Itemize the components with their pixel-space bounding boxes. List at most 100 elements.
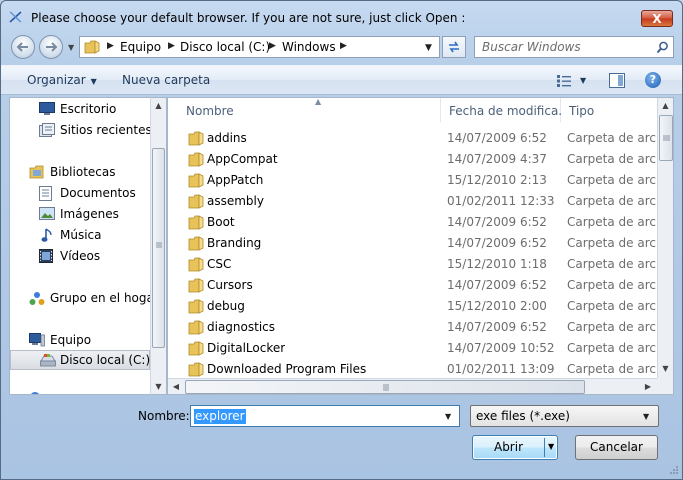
- back-button[interactable]: [11, 35, 35, 59]
- dialog-footer: Nombre: explorer ▼ exe files (*.exe) ▼ A…: [1, 395, 682, 479]
- table-row[interactable]: DigitalLocker 14/07/2009 10:52 Carpeta de …: [168, 338, 659, 359]
- file-list-vertical-scrollbar[interactable]: ▲ ▼: [657, 98, 673, 378]
- nav-item-local-disk[interactable]: Disco local (C:): [10, 350, 150, 370]
- scroll-down-icon[interactable]: ▼: [658, 361, 673, 377]
- file-name-input[interactable]: explorer ▼: [190, 405, 460, 427]
- column-header-date[interactable]: Fecha de modifica...: [441, 98, 570, 122]
- file-name-label: Nombre:: [138, 409, 190, 423]
- breadcrumb-windows[interactable]: Windows: [282, 40, 336, 54]
- navigation-pane[interactable]: Escritorio Sitios recientes Bibliotecas …: [9, 97, 151, 395]
- table-row[interactable]: debug 15/12/2010 2:00 Carpeta de archivos: [168, 296, 659, 317]
- file-name-history-chevron-down-icon[interactable]: ▼: [445, 412, 451, 421]
- file-name-cell: Cursors: [207, 278, 253, 292]
- forward-button[interactable]: [39, 35, 63, 59]
- table-row[interactable]: Branding 14/07/2009 6:52 Carpeta de archiv…: [168, 233, 659, 254]
- scroll-left-icon[interactable]: ◀: [168, 379, 184, 394]
- organize-label: Organizar: [27, 73, 86, 87]
- navigation-bar: ▼ ▶ Equipo ▶ Disco local (C:) ▶ Windows …: [1, 31, 682, 63]
- desktop-icon: [39, 102, 55, 115]
- open-button[interactable]: Abrir ▼: [472, 435, 558, 460]
- column-header-name[interactable]: Nombre ▲: [178, 98, 441, 122]
- breadcrumb-equipo[interactable]: Equipo: [120, 40, 161, 54]
- address-bar[interactable]: ▶ Equipo ▶ Disco local (C:) ▶ Windows ▶ …: [79, 36, 440, 58]
- organize-button[interactable]: Organizar ▼: [27, 73, 97, 87]
- music-icon: [41, 228, 52, 242]
- search-box[interactable]: [474, 36, 674, 58]
- scroll-right-icon[interactable]: ▶: [640, 379, 656, 394]
- scrollbar-thumb[interactable]: [152, 148, 165, 348]
- file-list[interactable]: Nombre ▲ Fecha de modifica... Tipo addin…: [167, 97, 674, 395]
- file-name-cell: Downloaded Program Files: [207, 362, 367, 376]
- nav-item-label: Disco local (C:): [60, 353, 151, 367]
- search-icon[interactable]: [656, 41, 669, 54]
- nav-item-music[interactable]: Música: [10, 225, 150, 245]
- nav-item-label: Vídeos: [60, 249, 101, 263]
- file-date-cell: 15/12/2010 2:00: [447, 299, 547, 313]
- folder-icon: [188, 320, 204, 335]
- breadcrumb-separator-icon[interactable]: ▶: [168, 41, 175, 51]
- change-view-icon[interactable]: [556, 74, 572, 88]
- search-input[interactable]: [475, 37, 662, 57]
- table-row[interactable]: assembly 01/02/2011 12:33 Carpeta de archi…: [168, 191, 659, 212]
- open-options-chevron-down-icon[interactable]: ▼: [548, 435, 554, 458]
- address-history-chevron-down-icon[interactable]: ▼: [425, 43, 432, 53]
- nav-item-pictures[interactable]: Imágenes: [10, 204, 150, 224]
- new-folder-button[interactable]: Nueva carpeta: [122, 73, 210, 87]
- nav-item-homegroup[interactable]: Grupo en el hogar: [10, 288, 151, 308]
- file-date-cell: 14/07/2009 4:37: [447, 152, 547, 166]
- title-bar[interactable]: Please choose your default browser. If y…: [1, 1, 682, 31]
- file-name-value[interactable]: explorer: [194, 409, 246, 424]
- file-date-cell: 15/12/2010 2:13: [447, 173, 547, 187]
- scroll-up-icon[interactable]: ▲: [151, 98, 166, 114]
- table-row[interactable]: CSC 15/12/2010 1:18 Carpeta de archivos: [168, 254, 659, 275]
- breadcrumb-local-disk[interactable]: Disco local (C:): [180, 40, 270, 54]
- file-type-select[interactable]: exe files (*.exe) ▼: [470, 405, 659, 427]
- breadcrumb-separator-icon[interactable]: ▶: [269, 41, 276, 51]
- table-row[interactable]: AppPatch 15/12/2010 2:13 Carpeta de archiv…: [168, 170, 659, 191]
- recent-pages-chevron-down-icon[interactable]: ▼: [68, 43, 74, 52]
- file-name-cell: AppCompat: [207, 152, 278, 166]
- help-icon[interactable]: ?: [645, 72, 661, 88]
- file-name-cell: debug: [207, 299, 245, 313]
- breadcrumb-separator-icon[interactable]: ▶: [107, 41, 114, 51]
- table-row[interactable]: Boot 14/07/2009 6:52 Carpeta de archivos: [168, 212, 659, 233]
- preview-pane-icon[interactable]: [609, 73, 625, 88]
- resize-grip-icon[interactable]: [669, 465, 679, 475]
- table-row[interactable]: Cursors 14/07/2009 6:52 Carpeta de archivo…: [168, 275, 659, 296]
- app-icon: [9, 11, 22, 23]
- cancel-button[interactable]: Cancelar: [575, 435, 658, 460]
- scrollbar-thumb[interactable]: [659, 115, 673, 161]
- table-row[interactable]: diagnostics 14/07/2009 6:52 Carpeta de arc…: [168, 317, 659, 338]
- computer-icon: [29, 333, 45, 347]
- scrollbar-corner: [657, 378, 673, 394]
- libraries-icon: [29, 165, 44, 179]
- folder-icon: [188, 236, 204, 251]
- nav-item-label: Música: [60, 228, 102, 242]
- nav-item-recent-places[interactable]: Sitios recientes: [10, 120, 151, 140]
- table-row[interactable]: addins 14/07/2009 6:52 Carpeta de archivos: [168, 128, 659, 149]
- navigation-pane-scrollbar[interactable]: ▲ ▼: [150, 97, 167, 395]
- table-row[interactable]: Downloaded Program Files 01/02/2011 13:09…: [168, 359, 659, 380]
- file-date-cell: 14/07/2009 6:52: [447, 236, 547, 250]
- file-type-cell: Carpeta de archivos: [567, 341, 659, 355]
- scrollbar-thumb[interactable]: [185, 380, 585, 394]
- table-row[interactable]: AppCompat 14/07/2009 4:37 Carpeta de archi…: [168, 149, 659, 170]
- breadcrumb-separator-icon[interactable]: ▶: [340, 41, 347, 51]
- scroll-up-icon[interactable]: ▲: [658, 98, 673, 114]
- folder-icon: [188, 215, 204, 230]
- file-list-horizontal-scrollbar[interactable]: ◀ ▶: [168, 378, 657, 394]
- column-header-type[interactable]: Tipo: [561, 98, 657, 122]
- nav-item-label: Imágenes: [60, 207, 119, 221]
- nav-item-computer[interactable]: Equipo: [10, 330, 150, 350]
- nav-item-videos[interactable]: Vídeos: [10, 246, 150, 266]
- nav-item-desktop[interactable]: Escritorio: [10, 99, 150, 119]
- command-bar: Organizar ▼ Nueva carpeta ▼ ?: [1, 65, 682, 95]
- view-options-chevron-down-icon[interactable]: ▼: [580, 76, 586, 85]
- folder-icon: [188, 299, 204, 314]
- scroll-down-icon[interactable]: ▼: [151, 379, 166, 395]
- nav-item-libraries[interactable]: Bibliotecas: [10, 162, 150, 182]
- pictures-icon: [39, 207, 55, 220]
- close-button[interactable]: X: [641, 10, 673, 27]
- refresh-button[interactable]: [442, 36, 466, 58]
- nav-item-documents[interactable]: Documentos: [10, 183, 150, 203]
